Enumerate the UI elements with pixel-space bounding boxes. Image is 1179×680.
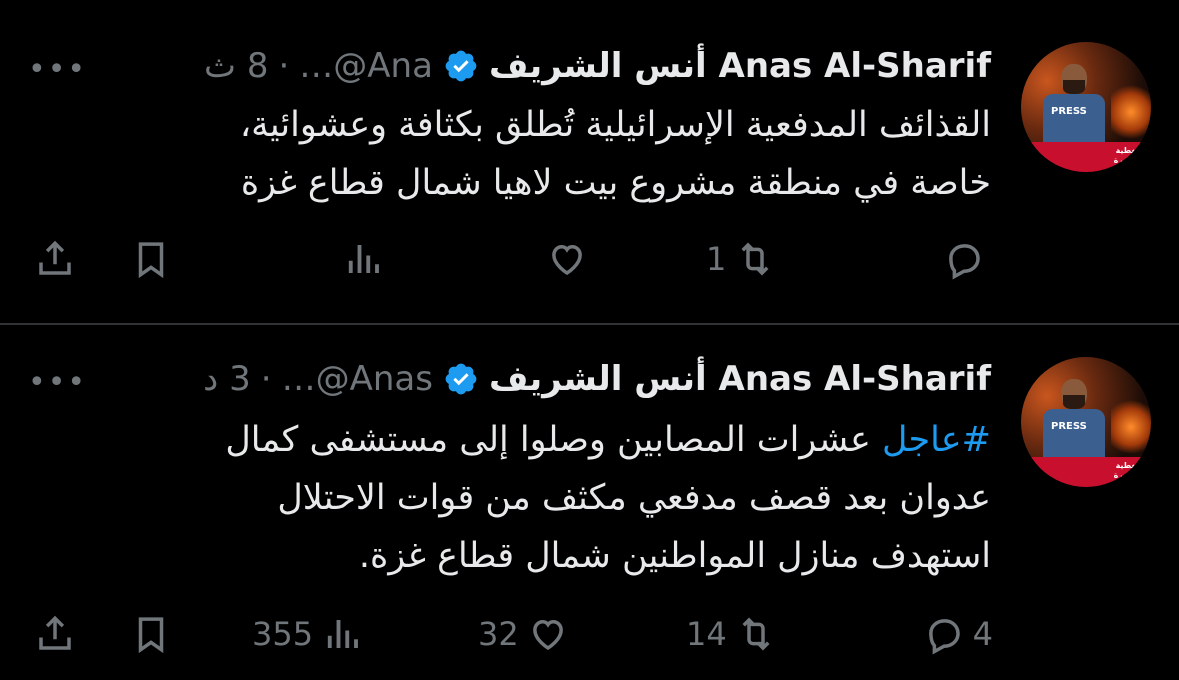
reply-button[interactable] [943, 234, 993, 284]
hashtag-link[interactable]: #عاجل [882, 420, 991, 460]
dot-separator: · [260, 359, 272, 399]
views-button[interactable]: 355 [252, 609, 363, 659]
repost-count: 14 [686, 615, 727, 653]
tweet[interactable]: PRESS التغطية مستمرة قوات الاحتلال أنس ا… [0, 0, 1179, 323]
avatar-vest [1043, 94, 1105, 144]
reply-button[interactable]: 4 [923, 609, 993, 659]
verified-badge-icon [445, 363, 477, 395]
avatar-vest [1043, 409, 1105, 459]
bookmark-icon [138, 617, 164, 654]
more-options-icon[interactable]: ••• [28, 52, 87, 87]
avatar-banner-text: التغطية مستمرة قوات الاحتلال [1113, 146, 1145, 172]
author-name[interactable]: أنس الشريف Anas Al-Sharif [489, 46, 991, 86]
dot-separator: · [278, 46, 290, 86]
repost-button[interactable]: 1 [706, 234, 776, 284]
avatar-fire [1111, 82, 1151, 142]
heart-icon [532, 619, 563, 651]
views-icon [348, 245, 379, 273]
tweet-text-span: عشرات المصابين وصلوا إلى مستشفى كمال [225, 420, 882, 460]
bookmark-button[interactable] [130, 609, 172, 659]
avatar[interactable]: PRESS التغطية مستمرة قوات الاحتلال [1021, 42, 1151, 172]
author-name[interactable]: أنس الشريف Anas Al-Sharif [489, 359, 991, 399]
tweet-text-line: خاصة في منطقة مشروع بيت لاهيا شمال قطاع … [240, 163, 991, 203]
avatar-beard [1063, 80, 1085, 94]
share-button[interactable] [34, 609, 76, 659]
like-count: 32 [478, 615, 519, 653]
avatar-press-label: PRESS [1051, 421, 1087, 432]
share-icon [39, 240, 71, 275]
timestamp[interactable]: 8 ث [204, 46, 268, 86]
timestamp[interactable]: 3 د [203, 359, 251, 399]
tweet-header: أنس الشريف Anas Al-Sharif …@Anas · 3 د [203, 351, 991, 407]
timeline: PRESS التغطية مستمرة قوات الاحتلال أنس ا… [0, 0, 1179, 680]
tweet-text-line: استهدف منازل المواطنين شمال قطاع غزة. [358, 536, 991, 576]
tweet-text: #عاجل عشرات المصابين وصلوا إلى مستشفى كم… [91, 411, 991, 585]
share-icon [39, 615, 71, 650]
avatar-banner-text: التغطية مستمرة قوات الاحتلال [1113, 461, 1145, 487]
bookmark-icon [138, 242, 164, 279]
repost-icon [741, 242, 769, 276]
tweet-text-line: القذائف المدفعية الإسرائيلية تُطلق بكثاف… [239, 105, 991, 145]
reply-count: 4 [972, 615, 993, 653]
tweet-text: القذائف المدفعية الإسرائيلية تُطلق بكثاف… [91, 96, 991, 212]
views-icon [327, 620, 359, 648]
like-button[interactable]: 32 [478, 609, 569, 659]
like-button[interactable] [538, 234, 588, 284]
tweet-actions: 1 [0, 234, 1179, 284]
tweet-text-line: عدوان بعد قصف مدفعي مكثف من قوات الاحتلا… [277, 478, 991, 518]
tweet[interactable]: PRESS التغطية مستمرة قوات الاحتلال أنس ا… [0, 325, 1179, 680]
avatar[interactable]: PRESS التغطية مستمرة قوات الاحتلال [1021, 357, 1151, 487]
views-button[interactable] [334, 234, 384, 284]
views-count: 355 [252, 615, 314, 653]
more-options-icon[interactable]: ••• [28, 365, 87, 400]
share-button[interactable] [34, 234, 76, 284]
avatar-beard [1063, 395, 1085, 409]
bookmark-button[interactable] [130, 234, 172, 284]
repost-button[interactable]: 14 [686, 609, 777, 659]
reply-icon [949, 244, 980, 280]
tweet-header: أنس الشريف Anas Al-Sharif …@Ana · 8 ث [204, 38, 991, 94]
tweet-actions: 4 14 32 355 [0, 609, 1179, 659]
avatar-fire [1111, 397, 1151, 457]
avatar-press-label: PRESS [1051, 106, 1087, 117]
author-handle[interactable]: …@Anas [282, 359, 433, 399]
reply-icon [928, 619, 960, 655]
repost-count: 1 [706, 240, 727, 278]
repost-icon [742, 617, 770, 651]
tweet-text-line: #عاجل عشرات المصابين وصلوا إلى مستشفى كم… [91, 411, 991, 469]
heart-icon [552, 244, 582, 276]
verified-badge-icon [445, 50, 477, 82]
author-handle[interactable]: …@Ana [299, 46, 433, 86]
